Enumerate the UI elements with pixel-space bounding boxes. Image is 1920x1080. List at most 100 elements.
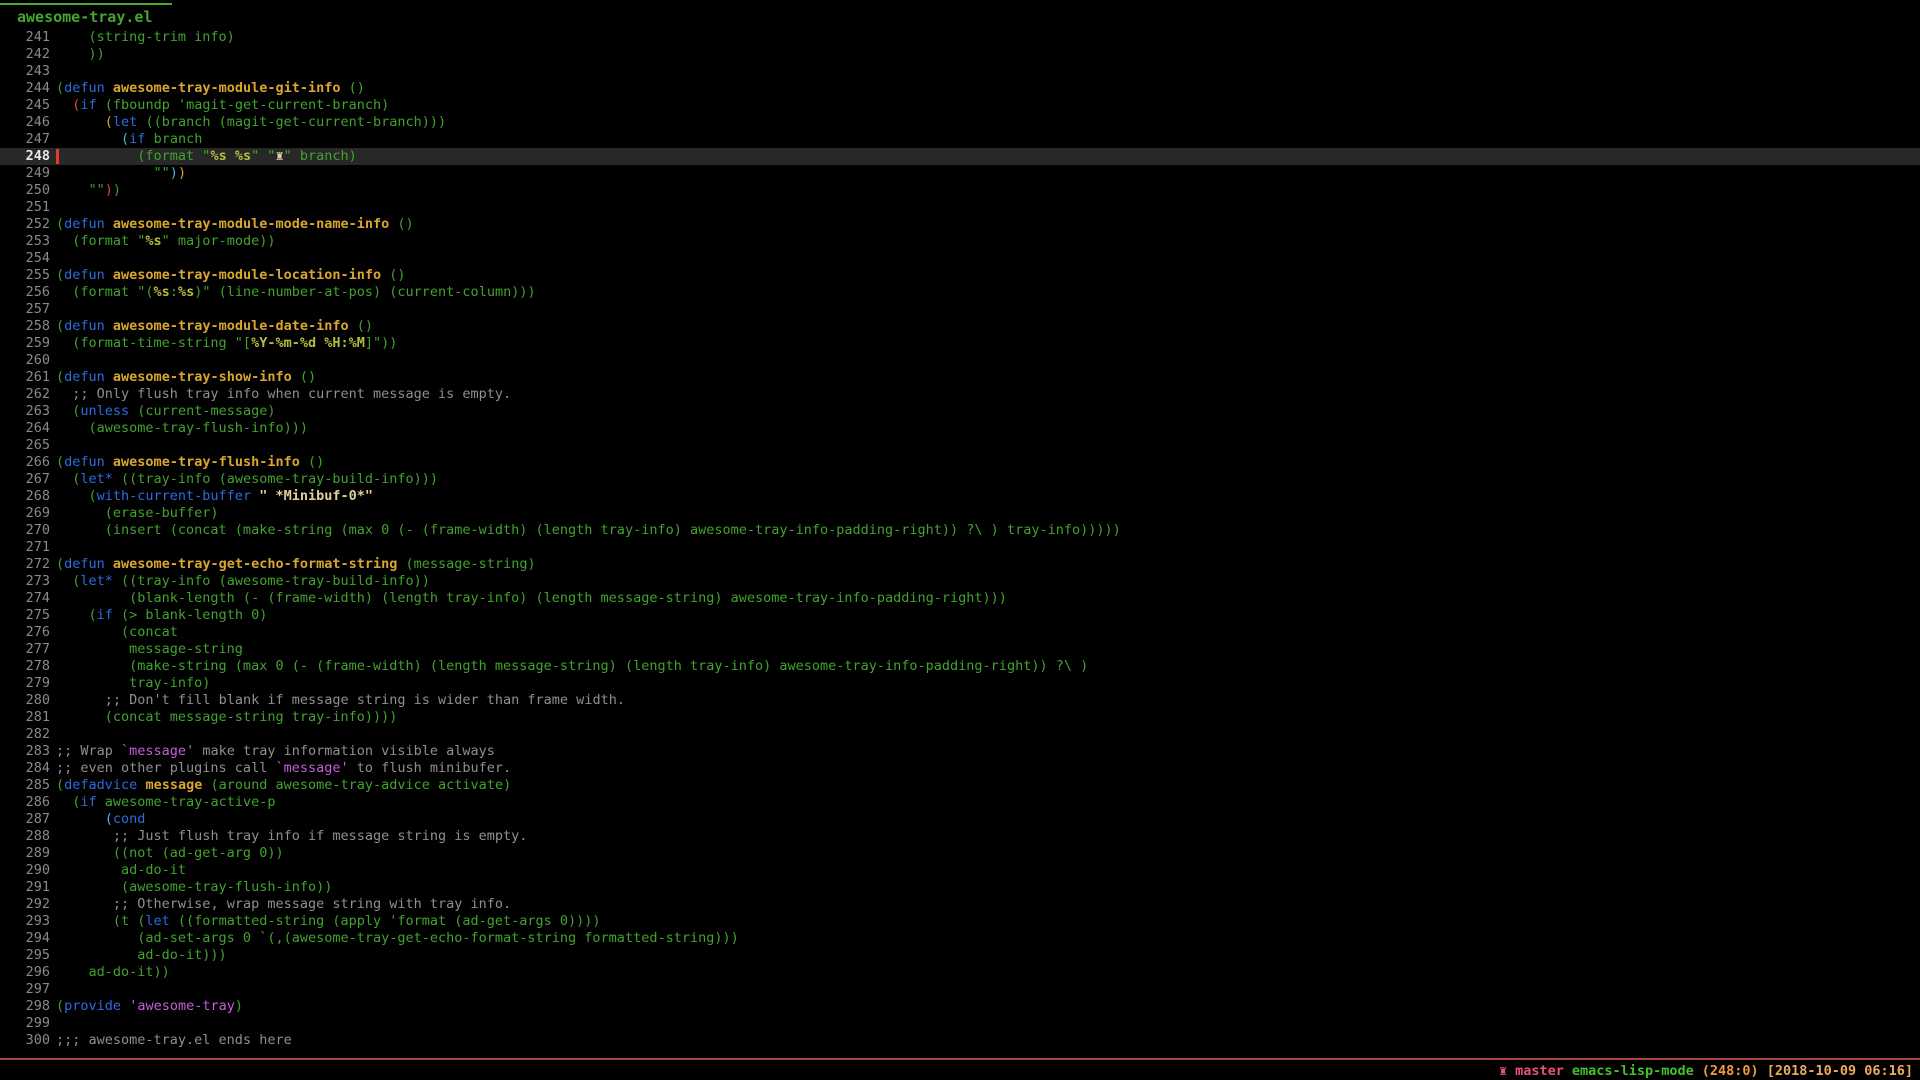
code-line[interactable]: 262 ;; Only flush tray info when current… xyxy=(0,386,1920,403)
line-number: 265 xyxy=(0,437,50,454)
line-number: 290 xyxy=(0,862,50,879)
line-number: 288 xyxy=(0,828,50,845)
code-text: ;;; awesome-tray.el ends here xyxy=(56,1032,292,1048)
code-text: (if (fboundp 'magit-get-current-branch) xyxy=(56,97,389,113)
code-text: (format "%s" major-mode)) xyxy=(56,233,275,249)
code-text: (concat xyxy=(56,624,178,640)
code-line[interactable]: 258(defun awesome-tray-module-date-info … xyxy=(0,318,1920,335)
line-number: 276 xyxy=(0,624,50,641)
code-line[interactable]: 283 ;; Wrap `message' make tray informati… xyxy=(0,743,1920,760)
code-line[interactable]: 269 (erase-buffer) xyxy=(0,505,1920,522)
line-number: 253 xyxy=(0,233,50,250)
code-line[interactable]: 241 (string-trim info) xyxy=(0,29,1920,46)
line-number: 263 xyxy=(0,403,50,420)
code-text: (let ((branch (magit-get-current-branch)… xyxy=(56,114,446,130)
code-line[interactable]: 243 xyxy=(0,63,1920,80)
major-mode-label[interactable]: emacs-lisp-mode xyxy=(1572,1062,1694,1080)
code-line[interactable]: 284;; even other plugins call `message' … xyxy=(0,760,1920,777)
code-text: ad-do-it))) xyxy=(56,947,227,963)
line-number: 249 xyxy=(0,165,50,182)
code-line[interactable]: 293 (t (let ((formatted-string (apply 'f… xyxy=(0,913,1920,930)
line-number: 242 xyxy=(0,46,50,63)
code-line[interactable]: 265 xyxy=(0,437,1920,454)
modeline: ♜ master emacs-lisp-mode (248:0) [2018-1… xyxy=(0,1062,1920,1080)
line-number: 293 xyxy=(0,913,50,930)
code-line[interactable]: 273 (let* ((tray-info (awesome-tray-buil… xyxy=(0,573,1920,590)
code-line[interactable]: 254 xyxy=(0,250,1920,267)
code-line[interactable]: 279 tray-info) xyxy=(0,675,1920,692)
code-line[interactable]: 292 ;; Otherwise, wrap message string wi… xyxy=(0,896,1920,913)
code-text: ;; even other plugins call `message' to … xyxy=(56,760,511,776)
code-line[interactable]: 242 )) xyxy=(0,46,1920,63)
code-line[interactable]: 282 xyxy=(0,726,1920,743)
line-number: 248 xyxy=(0,148,50,165)
code-line[interactable]: 257 xyxy=(0,301,1920,318)
code-line[interactable]: 272(defun awesome-tray-get-echo-format-s… xyxy=(0,556,1920,573)
code-line[interactable]: 251 xyxy=(0,199,1920,216)
code-line[interactable]: 295 ad-do-it))) xyxy=(0,947,1920,964)
line-number: 299 xyxy=(0,1015,50,1032)
code-line[interactable]: 261(defun awesome-tray-show-info () xyxy=(0,369,1920,386)
line-number: 264 xyxy=(0,420,50,437)
code-line[interactable]: 246 (let ((branch (magit-get-current-bra… xyxy=(0,114,1920,131)
code-text: ((not (ad-get-arg 0)) xyxy=(56,845,284,861)
code-line[interactable]: 276 (concat xyxy=(0,624,1920,641)
code-line[interactable]: 285(defadvice message (around awesome-tr… xyxy=(0,777,1920,794)
code-line[interactable]: 297 xyxy=(0,981,1920,998)
line-number: 292 xyxy=(0,896,50,913)
line-number: 281 xyxy=(0,709,50,726)
line-number: 270 xyxy=(0,522,50,539)
code-line[interactable]: 268 (with-current-buffer " *Minibuf-0*" xyxy=(0,488,1920,505)
code-line[interactable]: 288 ;; Just flush tray info if message s… xyxy=(0,828,1920,845)
code-line[interactable]: 300;;; awesome-tray.el ends here xyxy=(0,1032,1920,1049)
code-line[interactable]: 245 (if (fboundp 'magit-get-current-bran… xyxy=(0,97,1920,114)
code-line[interactable]: 274 (blank-length (- (frame-width) (leng… xyxy=(0,590,1920,607)
code-line[interactable]: 255(defun awesome-tray-module-location-i… xyxy=(0,267,1920,284)
code-line[interactable]: 252(defun awesome-tray-module-mode-name-… xyxy=(0,216,1920,233)
code-line[interactable]: 298(provide 'awesome-tray) xyxy=(0,998,1920,1015)
line-number: 296 xyxy=(0,964,50,981)
code-line[interactable]: 271 xyxy=(0,539,1920,556)
code-line[interactable]: 270 (insert (concat (make-string (max 0 … xyxy=(0,522,1920,539)
code-line-current[interactable]: 248 (format "%s %s" "♜" branch) xyxy=(0,148,1920,165)
code-line[interactable]: 247 (if branch xyxy=(0,131,1920,148)
git-branch-label[interactable]: master xyxy=(1515,1062,1564,1080)
code-text: (defun awesome-tray-show-info () xyxy=(56,369,316,385)
code-line[interactable]: 281 (concat message-string tray-info)))) xyxy=(0,709,1920,726)
code-line[interactable]: 253 (format "%s" major-mode)) xyxy=(0,233,1920,250)
code-line[interactable]: 289 ((not (ad-get-arg 0)) xyxy=(0,845,1920,862)
code-line[interactable]: 290 ad-do-it xyxy=(0,862,1920,879)
code-line[interactable]: 244(defun awesome-tray-module-git-info (… xyxy=(0,80,1920,97)
code-line[interactable]: 260 xyxy=(0,352,1920,369)
code-text: (blank-length (- (frame-width) (length t… xyxy=(56,590,1007,606)
code-line[interactable]: 286 (if awesome-tray-active-p xyxy=(0,794,1920,811)
code-line[interactable]: 259 (format-time-string "[%Y-%m-%d %H:%M… xyxy=(0,335,1920,352)
code-text: (defun awesome-tray-flush-info () xyxy=(56,454,324,470)
code-editor[interactable]: 241 (string-trim info)242 ))243244(defun… xyxy=(0,29,1920,1049)
code-line[interactable]: 264 (awesome-tray-flush-info))) xyxy=(0,420,1920,437)
code-line[interactable]: 287 (cond xyxy=(0,811,1920,828)
code-line[interactable]: 296 ad-do-it)) xyxy=(0,964,1920,981)
code-text: ;; Wrap `message' make tray information … xyxy=(56,743,495,759)
code-line[interactable]: 278 (make-string (max 0 (- (frame-width)… xyxy=(0,658,1920,675)
code-line[interactable]: 267 (let* ((tray-info (awesome-tray-buil… xyxy=(0,471,1920,488)
line-number: 291 xyxy=(0,879,50,896)
code-line[interactable]: 280 ;; Don't fill blank if message strin… xyxy=(0,692,1920,709)
code-line[interactable]: 277 message-string xyxy=(0,641,1920,658)
line-number: 277 xyxy=(0,641,50,658)
code-line[interactable]: 250 "")) xyxy=(0,182,1920,199)
code-line[interactable]: 275 (if (> blank-length 0) xyxy=(0,607,1920,624)
code-line[interactable]: 291 (awesome-tray-flush-info)) xyxy=(0,879,1920,896)
line-number: 251 xyxy=(0,199,50,216)
line-number: 283 xyxy=(0,743,50,760)
code-line[interactable]: 263 (unless (current-message) xyxy=(0,403,1920,420)
code-line[interactable]: 299 xyxy=(0,1015,1920,1032)
code-line[interactable]: 249 "")) xyxy=(0,165,1920,182)
code-line[interactable]: 266(defun awesome-tray-flush-info () xyxy=(0,454,1920,471)
code-line[interactable]: 256 (format "(%s:%s)" (line-number-at-po… xyxy=(0,284,1920,301)
line-number: 273 xyxy=(0,573,50,590)
cursor-position-indicator: (248:0) xyxy=(1702,1062,1759,1080)
code-text: (insert (concat (make-string (max 0 (- (… xyxy=(56,522,1121,538)
code-text: (ad-set-args 0 `(,(awesome-tray-get-echo… xyxy=(56,930,739,946)
code-line[interactable]: 294 (ad-set-args 0 `(,(awesome-tray-get-… xyxy=(0,930,1920,947)
